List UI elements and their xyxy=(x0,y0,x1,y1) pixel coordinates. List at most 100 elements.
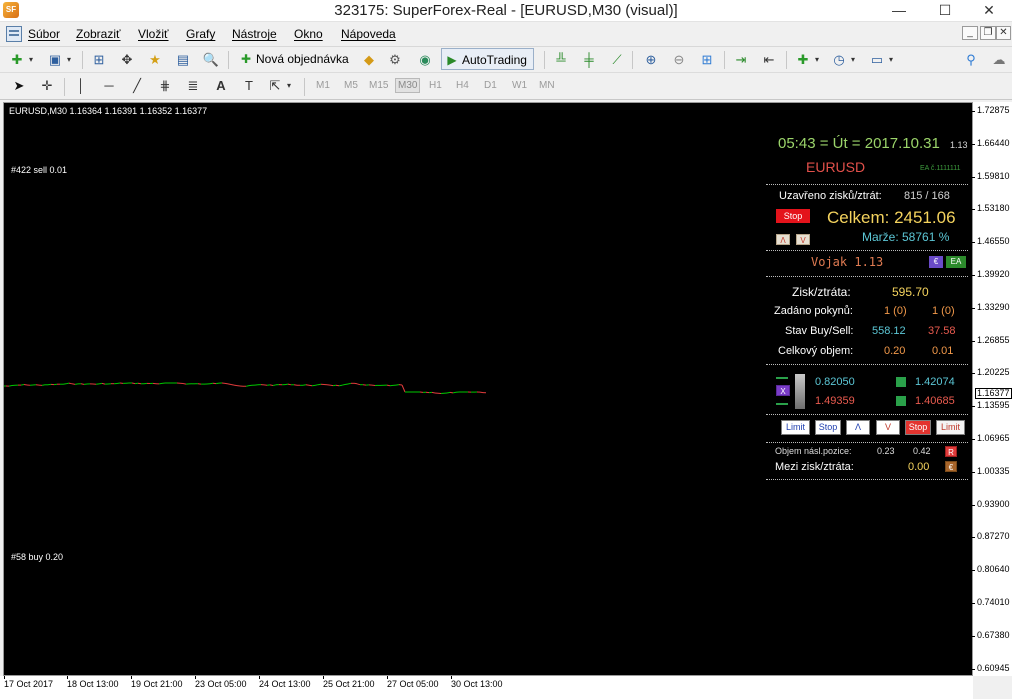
signals-icon[interactable]: ◉ xyxy=(416,51,434,69)
menu-help[interactable]: Nápoveda xyxy=(341,27,396,41)
level-bar xyxy=(795,374,805,409)
child-minimize-button[interactable]: _ xyxy=(962,26,978,40)
templates-dropdown-icon[interactable]: ▾ xyxy=(886,51,896,69)
price-segment xyxy=(74,383,79,385)
buy-stop-button[interactable]: Stop xyxy=(815,420,841,435)
maximize-button[interactable]: ☐ xyxy=(922,0,968,21)
sell-stop-button[interactable]: Stop xyxy=(905,420,931,435)
menu-view[interactable]: Zobraziť xyxy=(76,27,121,41)
price-segment xyxy=(98,382,103,385)
crosshair-icon[interactable]: ✛ xyxy=(38,77,56,95)
terminal-icon[interactable]: ▤ xyxy=(174,51,192,69)
stop-button[interactable]: Stop xyxy=(776,209,810,223)
euro-settle-button[interactable]: € xyxy=(945,461,957,472)
price-segment xyxy=(8,385,13,387)
buy-limit-button[interactable]: Limit xyxy=(781,420,810,435)
time-tick-label: 23 Oct 05:00 xyxy=(195,676,247,689)
auto-scroll-icon[interactable]: ⇥ xyxy=(732,51,750,69)
vertical-line-icon[interactable]: │ xyxy=(72,77,90,95)
profiles-icon[interactable]: ▣ xyxy=(46,51,64,69)
menu-tools[interactable]: Nástroje xyxy=(232,27,277,41)
line-chart-icon[interactable]: ⟋ xyxy=(608,51,626,69)
price-segment xyxy=(68,382,73,385)
up-mini-button[interactable]: Λ xyxy=(776,234,790,245)
timeframe-w1[interactable]: W1 xyxy=(512,80,527,91)
chart-document-icon[interactable] xyxy=(6,26,22,42)
menu-charts[interactable]: Grafy xyxy=(186,27,215,41)
metaeditor-icon[interactable]: ◆ xyxy=(360,51,378,69)
zoom-in-icon[interactable]: ⊕ xyxy=(642,51,660,69)
fibonacci-icon[interactable]: ≣ xyxy=(184,77,202,95)
menu-insert[interactable]: Vložiť xyxy=(138,27,169,41)
cursor-icon[interactable]: ➤ xyxy=(10,77,28,95)
equidistant-channel-icon[interactable]: ⋕ xyxy=(156,77,174,95)
price-tick-label: 1.26855 xyxy=(972,334,1010,345)
sell-limit-button[interactable]: Limit xyxy=(936,420,965,435)
timeframe-m30[interactable]: M30 xyxy=(395,78,421,93)
timeframe-h4[interactable]: H4 xyxy=(456,80,469,91)
price-sell-2: 1.40685 xyxy=(915,395,955,407)
timeframe-m1[interactable]: M1 xyxy=(316,80,330,91)
divider xyxy=(766,250,968,251)
periods-icon[interactable]: ◷ xyxy=(830,51,848,69)
profiles-dropdown-icon[interactable]: ▾ xyxy=(64,51,74,69)
price-segment xyxy=(224,382,229,385)
new-chart-icon[interactable]: ✚ xyxy=(8,51,26,69)
timeframe-h1[interactable]: H1 xyxy=(429,80,442,91)
close-all-x-button[interactable]: X xyxy=(776,385,790,396)
chart-shift-icon[interactable]: ⇤ xyxy=(760,51,778,69)
sell-button[interactable]: V xyxy=(876,420,900,435)
candlestick-chart-icon[interactable]: ╪ xyxy=(580,51,598,69)
ea-tag[interactable]: EA xyxy=(946,256,966,268)
close-button[interactable]: ✕ xyxy=(966,0,1012,21)
child-close-button[interactable]: ✕ xyxy=(996,26,1011,40)
menu-file[interactable]: Súbor xyxy=(28,27,60,41)
price-segment xyxy=(182,383,187,385)
down-mini-button[interactable]: V xyxy=(796,234,810,245)
zoom-out-icon[interactable]: ⊖ xyxy=(670,51,688,69)
menu-window[interactable]: Okno xyxy=(294,27,323,41)
indicators-dropdown-icon[interactable]: ▾ xyxy=(812,51,822,69)
arrows-icon[interactable]: ⇱ xyxy=(266,77,284,95)
trendline-icon[interactable]: ╱ xyxy=(128,77,146,95)
euro-tag[interactable]: € xyxy=(929,256,943,268)
new-order-button[interactable]: ✚ Nová objednávka xyxy=(236,48,349,70)
text-icon[interactable]: A xyxy=(212,77,230,95)
state-label: Stav Buy/Sell: xyxy=(785,325,854,337)
buy-button[interactable]: Λ xyxy=(846,420,870,435)
data-window-icon[interactable]: ✥ xyxy=(118,51,136,69)
price-tick-label: 0.87270 xyxy=(972,531,1010,542)
indicators-icon[interactable]: ✚ xyxy=(794,51,812,69)
divider xyxy=(766,414,968,415)
autotrading-icon: ▶ xyxy=(447,53,457,67)
time-tick-label: 25 Oct 21:00 xyxy=(323,676,375,689)
search-icon[interactable]: ⚲ xyxy=(962,51,980,69)
arrows-dropdown-icon[interactable]: ▾ xyxy=(284,77,294,95)
minimize-button[interactable]: — xyxy=(876,0,922,21)
periods-dropdown-icon[interactable]: ▾ xyxy=(848,51,858,69)
timeframe-m5[interactable]: M5 xyxy=(344,80,358,91)
market-watch-icon[interactable]: ⊞ xyxy=(90,51,108,69)
price-segment xyxy=(137,382,142,385)
price-segment xyxy=(395,384,400,386)
timeframe-m15[interactable]: M15 xyxy=(369,80,388,91)
child-restore-button[interactable]: ❐ xyxy=(980,26,996,40)
ea-symbol: EURUSD xyxy=(806,159,866,175)
reset-button[interactable]: R xyxy=(945,446,957,457)
horizontal-line-icon[interactable]: ─ xyxy=(100,77,118,95)
mt4-window: SF 323175: SuperForex-Real - [EURUSD,M30… xyxy=(0,0,1012,699)
autotrading-button[interactable]: ▶ AutoTrading xyxy=(441,48,534,70)
strategy-tester-icon[interactable]: 🔍 xyxy=(202,51,220,69)
options-icon[interactable]: ⚙ xyxy=(386,51,404,69)
templates-icon[interactable]: ▭ xyxy=(868,51,886,69)
text-label-icon[interactable]: T xyxy=(240,77,258,95)
chat-icon[interactable]: ☁ xyxy=(990,51,1008,69)
navigator-icon[interactable]: ★ xyxy=(146,51,164,69)
timeframe-d1[interactable]: D1 xyxy=(484,80,497,91)
new-chart-dropdown-icon[interactable]: ▾ xyxy=(26,51,36,69)
timeframe-mn[interactable]: MN xyxy=(539,80,555,91)
ea-info-panel: 05:43 = Út = 2017.10.31 1.13 EURUSD EA č… xyxy=(766,130,968,490)
tile-windows-icon[interactable]: ⊞ xyxy=(698,51,716,69)
bar-chart-icon[interactable]: ╩ xyxy=(552,51,570,69)
price-segment xyxy=(131,382,136,385)
